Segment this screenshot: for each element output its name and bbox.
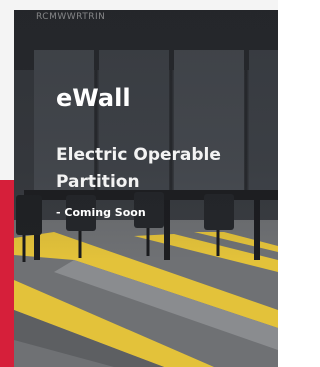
product-title: Electric Operable Partition	[56, 145, 221, 192]
promo-card[interactable]: RCMWWRTRIN eWall Electric Operable Parti…	[14, 10, 278, 367]
status-subtitle: - Coming Soon	[56, 206, 146, 219]
page: RCMWWRTRIN eWall Electric Operable Parti…	[0, 0, 278, 367]
brand-title: eWall	[56, 84, 131, 112]
top-caption: RCMWWRTRIN	[36, 12, 106, 22]
